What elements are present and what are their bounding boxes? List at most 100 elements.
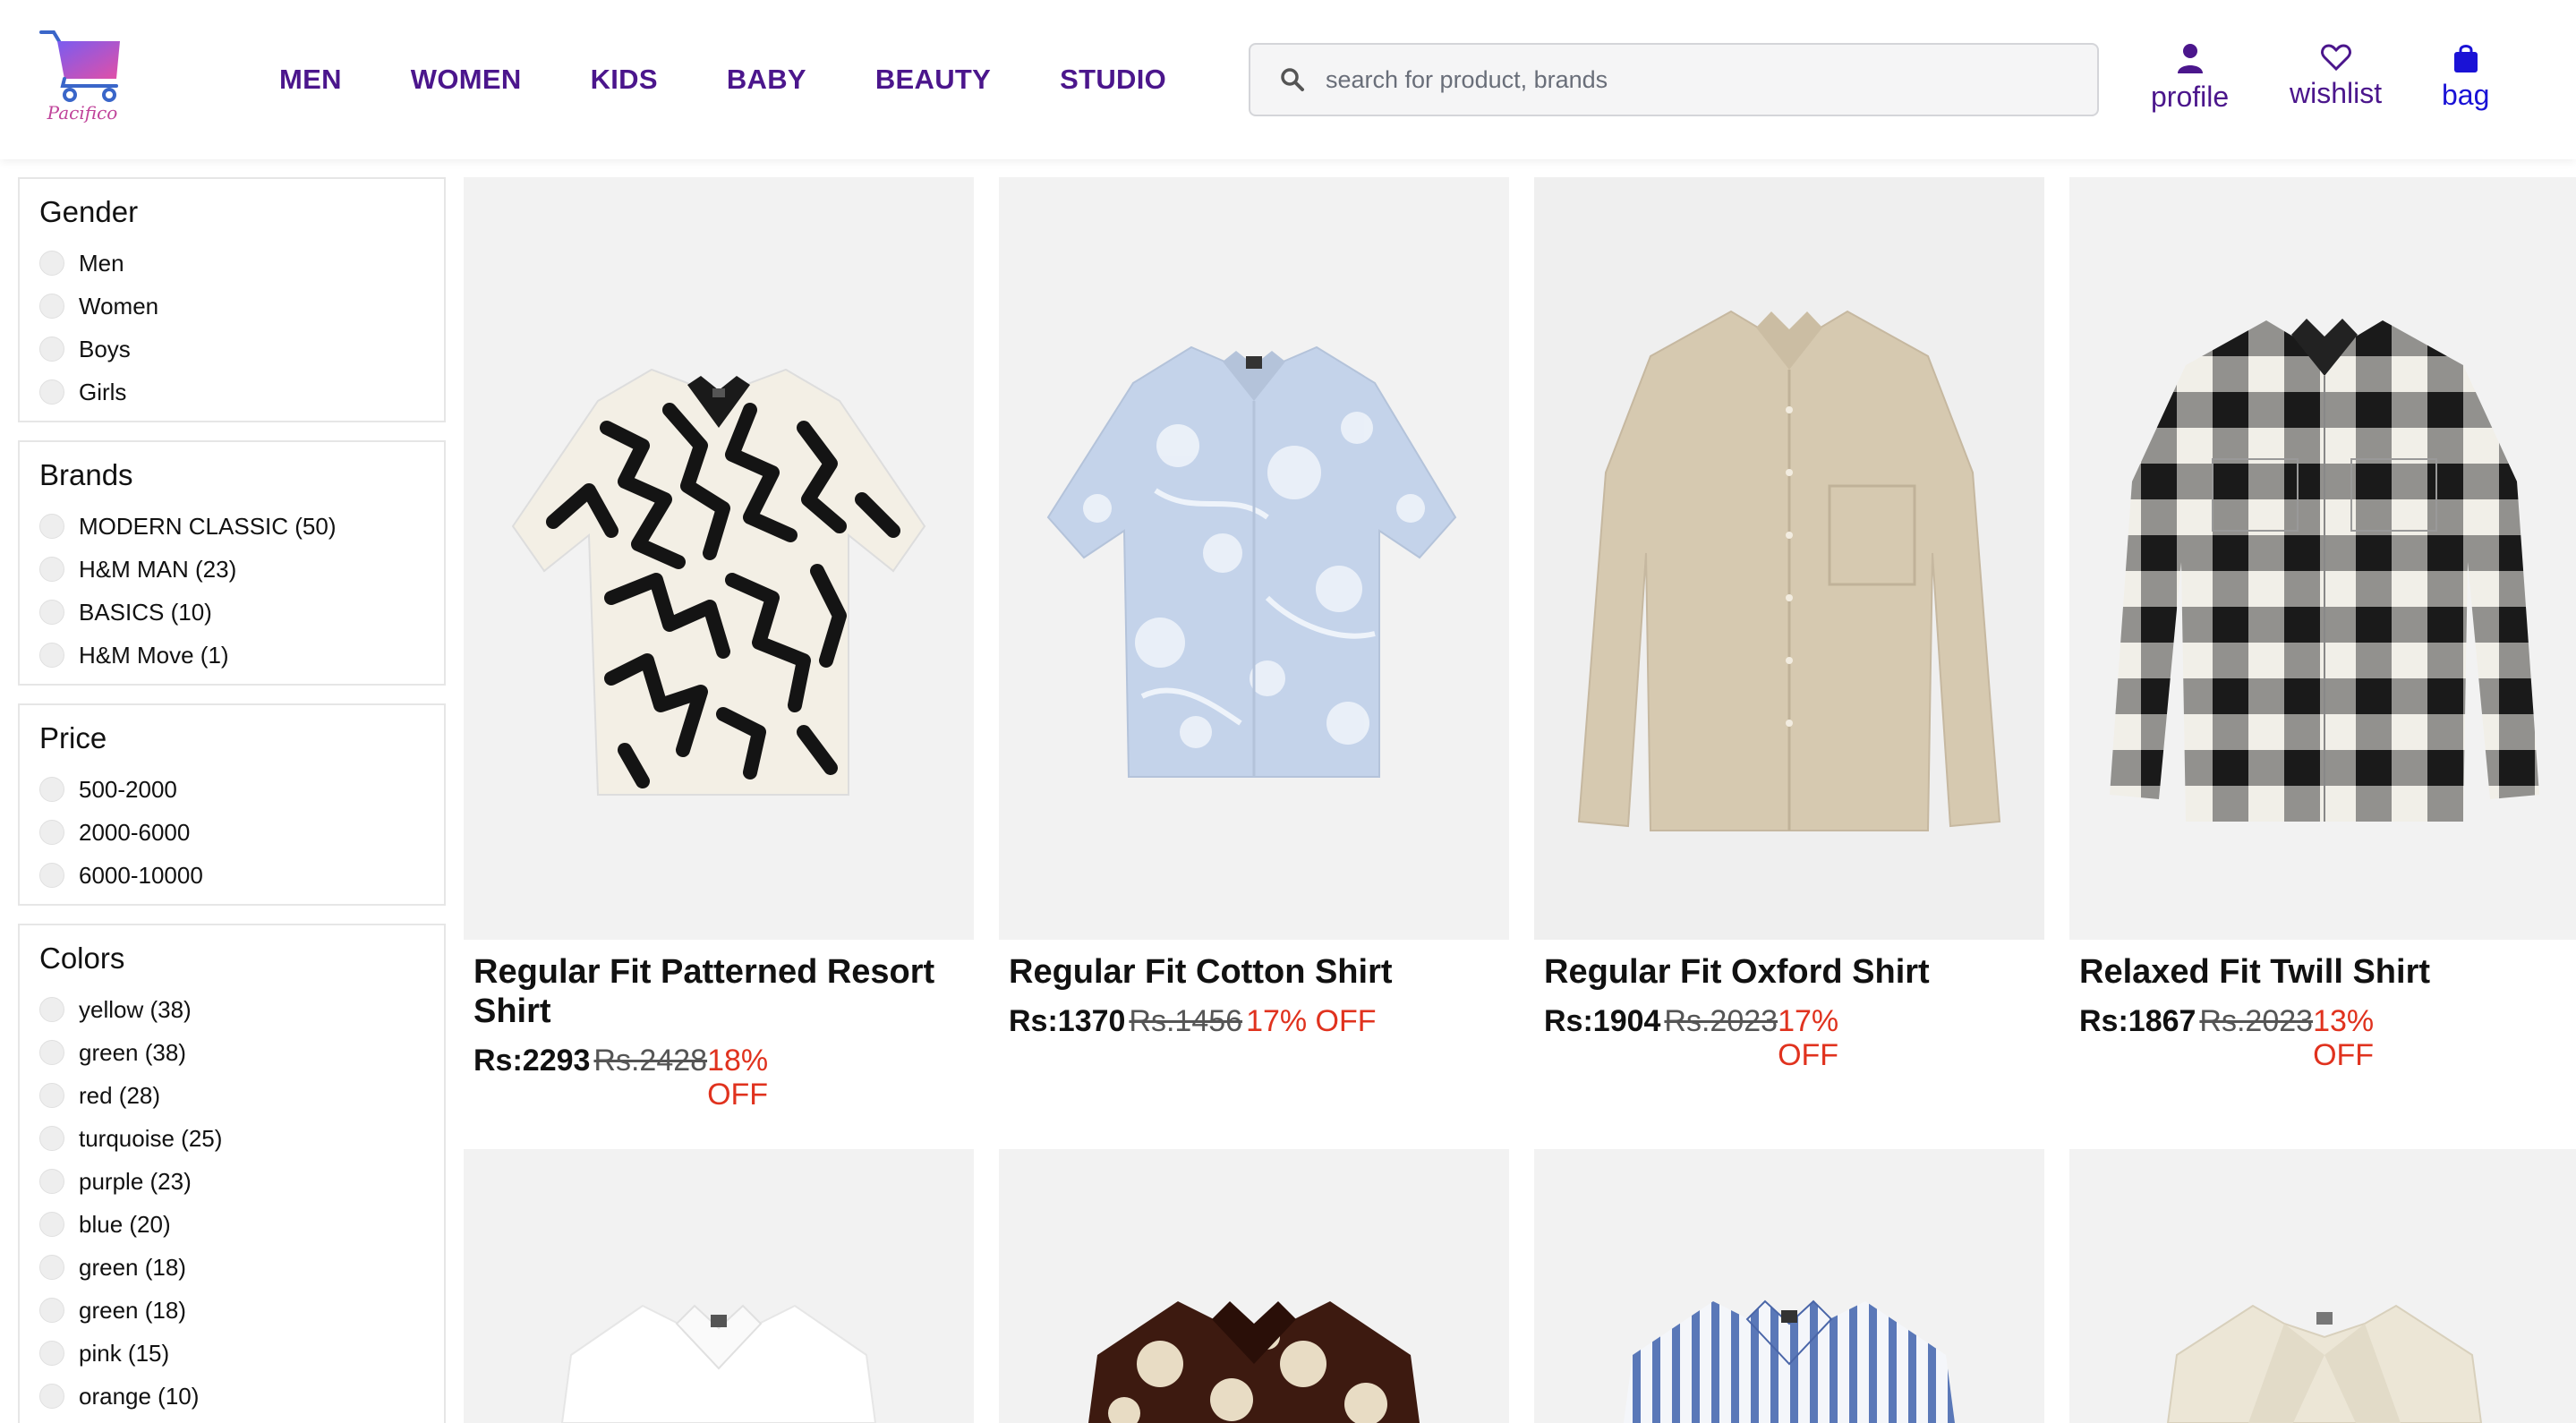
product-image[interactable] — [2069, 177, 2576, 940]
product-card[interactable]: Regular Fit Oxford Shirt Rs:1904 Rs.2023… — [1534, 177, 2044, 1072]
radio-button[interactable] — [39, 1126, 64, 1151]
discount-badge: 17% OFF — [1246, 1004, 1377, 1038]
option-label: red (28) — [79, 1081, 161, 1109]
filter-option-basics[interactable]: BASICS (10) — [39, 591, 424, 634]
discount-badge: 18% OFF — [707, 1044, 769, 1112]
logo[interactable]: Pacifico — [38, 27, 131, 132]
radio-button[interactable] — [39, 600, 64, 625]
product-name[interactable]: Regular Fit Patterned Resort Shirt — [473, 952, 964, 1031]
filter-title: Brands — [39, 458, 133, 491]
price-row: Rs:1904 Rs.2023 17% OFF — [1544, 1004, 2034, 1072]
nav-men[interactable]: MEN — [279, 64, 342, 96]
product-card[interactable]: Regular Fit Cotton Shirt Rs:1370 Rs.1456… — [999, 177, 1509, 1038]
filter-option-purple[interactable]: purple (23) — [39, 1160, 424, 1203]
product-image[interactable] — [2069, 1149, 2576, 1423]
product-name[interactable]: Relaxed Fit Twill Shirt — [2079, 952, 2570, 992]
search-icon[interactable] — [1279, 66, 1306, 93]
product-card[interactable]: Regular Fit Patterned Resort Shirt Rs:22… — [464, 177, 974, 1112]
product-price: Rs:1904 — [1544, 1004, 1661, 1038]
profile-button[interactable]: profile — [2151, 43, 2229, 114]
product-mrp: Rs.2428 — [593, 1044, 708, 1078]
heart-icon — [2320, 44, 2351, 72]
filter-option-boys[interactable]: Boys — [39, 328, 424, 371]
nav-baby[interactable]: BABY — [727, 64, 806, 96]
option-label: 500-2000 — [79, 775, 177, 803]
product-card[interactable]: Relaxed Fit Twill Shirt Rs:1867 Rs.2023 … — [2069, 177, 2576, 1072]
nav-kids[interactable]: KIDS — [591, 64, 658, 96]
product-image[interactable] — [464, 1149, 974, 1423]
radio-button[interactable] — [39, 1298, 64, 1323]
filter-option-men[interactable]: Men — [39, 242, 424, 285]
radio-button[interactable] — [39, 1169, 64, 1194]
option-label: MODERN CLASSIC (50) — [79, 512, 337, 540]
filter-option-orange[interactable]: orange (10) — [39, 1375, 424, 1418]
product-card[interactable] — [2069, 1149, 2576, 1423]
site-header: Pacifico MEN WOMEN KIDS BABY BEAUTY STUD… — [0, 0, 2576, 159]
product-card[interactable] — [464, 1149, 974, 1423]
radio-button[interactable] — [39, 379, 64, 405]
filter-option-green-3[interactable]: green (18) — [39, 1289, 424, 1332]
filter-option-pink[interactable]: pink (15) — [39, 1332, 424, 1375]
filter-option-green-2[interactable]: green (18) — [39, 1246, 424, 1289]
filter-option-blue[interactable]: blue (20) — [39, 1203, 424, 1246]
filter-option-price-3[interactable]: 6000-10000 — [39, 854, 424, 897]
product-card[interactable] — [999, 1149, 1509, 1423]
option-label: orange (10) — [79, 1382, 200, 1410]
filter-title: Gender — [39, 195, 139, 228]
product-image[interactable] — [1534, 1149, 2044, 1423]
filter-option-price-2[interactable]: 2000-6000 — [39, 811, 424, 854]
option-label: Men — [79, 249, 124, 277]
radio-button[interactable] — [39, 820, 64, 845]
product-card[interactable] — [1534, 1149, 2044, 1423]
product-image[interactable] — [999, 177, 1509, 940]
product-name[interactable]: Regular Fit Cotton Shirt — [1009, 952, 1499, 992]
price-row: Rs:1370 Rs.1456 17% OFF — [1009, 1004, 1499, 1038]
filter-option-women[interactable]: Women — [39, 285, 424, 328]
product-name[interactable]: Regular Fit Oxford Shirt — [1544, 952, 2034, 992]
radio-button[interactable] — [39, 777, 64, 802]
filter-option-turquoise[interactable]: turquoise (25) — [39, 1117, 424, 1160]
filter-option-hm-move[interactable]: H&M Move (1) — [39, 634, 424, 677]
filter-option-green[interactable]: green (38) — [39, 1031, 424, 1074]
radio-button[interactable] — [39, 1040, 64, 1065]
filter-option-price-1[interactable]: 500-2000 — [39, 768, 424, 811]
radio-button[interactable] — [39, 1255, 64, 1280]
radio-button[interactable] — [39, 1212, 64, 1237]
option-label: green (18) — [79, 1253, 186, 1281]
option-label: Girls — [79, 378, 127, 405]
product-image[interactable] — [1534, 177, 2044, 940]
radio-button[interactable] — [39, 251, 64, 276]
radio-button[interactable] — [39, 863, 64, 888]
radio-button[interactable] — [39, 1384, 64, 1409]
wishlist-button[interactable]: wishlist — [2290, 43, 2382, 110]
nav-women[interactable]: WOMEN — [411, 64, 522, 96]
radio-button[interactable] — [39, 294, 64, 319]
filter-option-girls[interactable]: Girls — [39, 371, 424, 413]
nav-beauty[interactable]: BEAUTY — [875, 64, 991, 96]
product-mrp: Rs.1456 — [1129, 1004, 1243, 1038]
search-input[interactable] — [1326, 65, 2060, 94]
filter-option-yellow[interactable]: yellow (38) — [39, 988, 424, 1031]
option-label: Boys — [79, 335, 131, 362]
filter-option-modern-classic[interactable]: MODERN CLASSIC (50) — [39, 505, 424, 548]
option-label: H&M MAN (23) — [79, 555, 237, 583]
discount-badge: 13% OFF — [2313, 1004, 2375, 1072]
product-image[interactable] — [464, 177, 974, 940]
filter-gender: Gender Men Women Boys Girls — [18, 177, 446, 422]
radio-button[interactable] — [39, 1083, 64, 1108]
product-image[interactable] — [999, 1149, 1509, 1423]
profile-label: profile — [2151, 81, 2230, 113]
bag-button[interactable]: bag — [2442, 43, 2489, 112]
radio-button[interactable] — [39, 337, 64, 362]
radio-button[interactable] — [39, 643, 64, 668]
radio-button[interactable] — [39, 557, 64, 582]
option-label: yellow (38) — [79, 995, 192, 1023]
radio-button[interactable] — [39, 514, 64, 539]
search-bar — [1249, 43, 2099, 116]
nav-studio[interactable]: STUDIO — [1060, 64, 1166, 96]
radio-button[interactable] — [39, 1341, 64, 1366]
filter-option-red[interactable]: red (28) — [39, 1074, 424, 1117]
radio-button[interactable] — [39, 997, 64, 1022]
option-label: pink (15) — [79, 1339, 170, 1367]
filter-option-hm-man[interactable]: H&M MAN (23) — [39, 548, 424, 591]
